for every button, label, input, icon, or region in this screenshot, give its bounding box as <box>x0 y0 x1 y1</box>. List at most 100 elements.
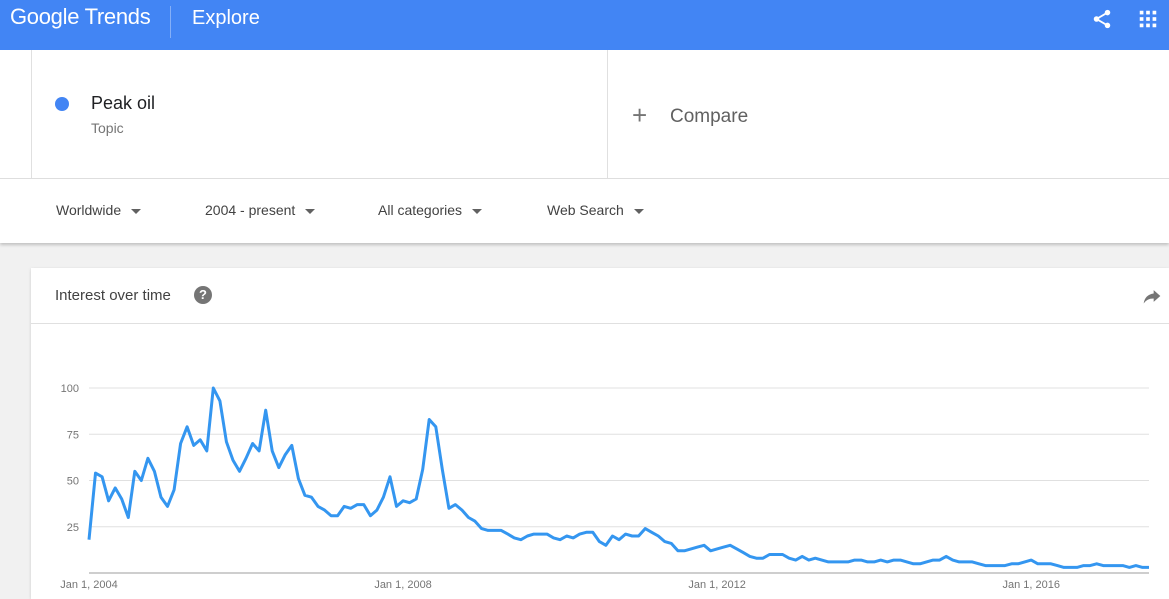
data-point[interactable] <box>637 534 641 538</box>
data-point[interactable] <box>925 560 929 564</box>
data-point[interactable] <box>768 553 772 557</box>
data-point[interactable] <box>1141 565 1145 569</box>
category-filter[interactable]: All categories <box>378 202 483 218</box>
data-point[interactable] <box>414 497 418 501</box>
data-point[interactable] <box>840 560 844 564</box>
property-filter[interactable]: Web Search <box>547 202 644 218</box>
data-point[interactable] <box>944 554 948 558</box>
data-point[interactable] <box>866 560 870 564</box>
data-point[interactable] <box>604 543 608 547</box>
data-point[interactable] <box>120 497 124 501</box>
data-point[interactable] <box>787 556 791 560</box>
data-point[interactable] <box>499 528 503 532</box>
data-point[interactable] <box>617 538 621 542</box>
data-point[interactable] <box>525 534 529 538</box>
data-point[interactable] <box>545 532 549 536</box>
data-point[interactable] <box>1082 564 1086 568</box>
data-point[interactable] <box>185 425 189 429</box>
data-point[interactable] <box>264 408 268 412</box>
data-point[interactable] <box>846 560 850 564</box>
data-point[interactable] <box>251 442 255 446</box>
data-point[interactable] <box>800 554 804 558</box>
data-point[interactable] <box>885 560 889 564</box>
data-point[interactable] <box>794 558 798 562</box>
data-point[interactable] <box>224 440 228 444</box>
data-point[interactable] <box>552 536 556 540</box>
data-point[interactable] <box>316 504 320 508</box>
data-point[interactable] <box>1147 565 1151 569</box>
data-point[interactable] <box>290 443 294 447</box>
data-point[interactable] <box>172 488 176 492</box>
data-point[interactable] <box>395 504 399 508</box>
data-point[interactable] <box>1075 565 1079 569</box>
data-point[interactable] <box>283 453 287 457</box>
data-point[interactable] <box>375 508 379 512</box>
data-point[interactable] <box>100 475 104 479</box>
data-point[interactable] <box>198 438 202 442</box>
data-point[interactable] <box>938 558 942 562</box>
data-point[interactable] <box>741 551 745 555</box>
data-point[interactable] <box>624 532 628 536</box>
data-point[interactable] <box>460 508 464 512</box>
data-point[interactable] <box>539 532 543 536</box>
data-point[interactable] <box>774 553 778 557</box>
data-point[interactable] <box>94 471 98 475</box>
time-filter[interactable]: 2004 - present <box>205 202 316 218</box>
data-point[interactable] <box>388 475 392 479</box>
data-point[interactable] <box>107 499 111 503</box>
data-point[interactable] <box>813 556 817 560</box>
data-point[interactable] <box>748 554 752 558</box>
data-point[interactable] <box>126 516 130 520</box>
data-point[interactable] <box>964 560 968 564</box>
data-point[interactable] <box>571 536 575 540</box>
data-point[interactable] <box>146 456 150 460</box>
data-point[interactable] <box>1003 564 1007 568</box>
data-point[interactable] <box>355 503 359 507</box>
data-point[interactable] <box>578 532 582 536</box>
data-point[interactable] <box>362 503 366 507</box>
data-point[interactable] <box>754 556 758 560</box>
data-point[interactable] <box>296 477 300 481</box>
data-point[interactable] <box>244 456 248 460</box>
data-point[interactable] <box>879 558 883 562</box>
data-point[interactable] <box>905 560 909 564</box>
data-point[interactable] <box>270 449 274 453</box>
data-point[interactable] <box>434 425 438 429</box>
data-point[interactable] <box>166 504 170 508</box>
data-point[interactable] <box>277 466 281 470</box>
data-point[interactable] <box>401 499 405 503</box>
data-point[interactable] <box>238 469 242 473</box>
data-point[interactable] <box>152 469 156 473</box>
data-point[interactable] <box>911 562 915 566</box>
data-point[interactable] <box>440 467 444 471</box>
data-point[interactable] <box>728 543 732 547</box>
data-point[interactable] <box>990 564 994 568</box>
data-point[interactable] <box>473 519 477 523</box>
data-point[interactable] <box>781 553 785 557</box>
data-point[interactable] <box>715 547 719 551</box>
data-point[interactable] <box>211 386 215 390</box>
data-point[interactable] <box>512 536 516 540</box>
data-point[interactable] <box>427 418 431 422</box>
data-point[interactable] <box>1010 562 1014 566</box>
data-point[interactable] <box>643 527 647 531</box>
data-point[interactable] <box>349 506 353 510</box>
data-point[interactable] <box>480 527 484 531</box>
data-point[interactable] <box>323 508 327 512</box>
data-point[interactable] <box>584 530 588 534</box>
data-point[interactable] <box>859 558 863 562</box>
region-filter[interactable]: Worldwide <box>56 202 142 218</box>
data-point[interactable] <box>1062 565 1066 569</box>
data-point[interactable] <box>1055 564 1059 568</box>
data-point[interactable] <box>192 443 196 447</box>
data-point[interactable] <box>133 469 137 473</box>
data-point[interactable] <box>957 560 961 564</box>
data-point[interactable] <box>1049 562 1053 566</box>
data-point[interactable] <box>467 516 471 520</box>
data-point[interactable] <box>139 479 143 483</box>
data-point[interactable] <box>87 538 91 542</box>
data-point[interactable] <box>1036 562 1040 566</box>
data-point[interactable] <box>997 564 1001 568</box>
data-point[interactable] <box>336 514 340 518</box>
data-point[interactable] <box>1095 562 1099 566</box>
